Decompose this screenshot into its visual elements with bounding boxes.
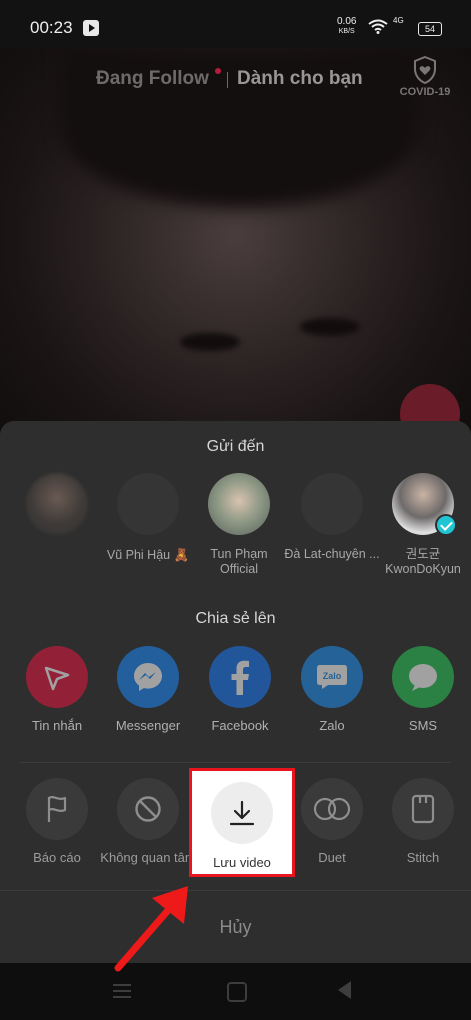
action-not-interested[interactable]: Không quan tâm (100, 778, 196, 865)
share-app-sms[interactable]: SMS (375, 646, 471, 733)
covid-button[interactable]: COVID-19 (393, 56, 457, 98)
avatar (117, 473, 179, 535)
home-icon[interactable] (227, 982, 247, 1002)
zalo-icon: Zalo (301, 646, 363, 708)
menu-icon[interactable] (113, 984, 131, 998)
notification-dot (215, 68, 221, 74)
svg-text:Zalo: Zalo (323, 671, 342, 681)
send-icon (26, 646, 88, 708)
contact-item[interactable]: 권도균 KwonDoKyun (375, 473, 471, 577)
status-bar: 00:23 0.06 KB/S 4G 54 (0, 0, 471, 48)
avatar (26, 473, 88, 535)
network-speed: 0.06 KB/S (337, 16, 357, 36)
navigation-bar (0, 963, 471, 1020)
share-app-messenger[interactable]: Messenger (100, 646, 196, 733)
action-stitch[interactable]: Stitch (375, 778, 471, 865)
contact-item[interactable]: Tun Phạm Official (191, 473, 287, 577)
app-label: Messenger (115, 718, 181, 733)
action-save-video[interactable]: Lưu video (189, 768, 295, 877)
share-to-title: Chia sẻ lên (195, 610, 276, 627)
battery-icon: 54 (418, 22, 442, 36)
covid-label: COVID-19 (399, 86, 451, 98)
contact-name: Đà Lat-chuyên ... (284, 547, 380, 561)
contact-item[interactable]: Đà Lat-chuyên ... (284, 473, 380, 562)
divider (20, 762, 451, 763)
annotation-arrow-icon (114, 886, 188, 972)
chat-bubble-icon (392, 646, 454, 708)
app-label: Tin nhắn (31, 718, 83, 733)
share-app-facebook[interactable]: Facebook (192, 646, 288, 733)
video-frame-detail (300, 318, 360, 336)
flag-icon (26, 778, 88, 840)
contact-item[interactable]: Vũ Phi Hậu 🧸 (100, 473, 196, 563)
contact-name: Tun Phạm Official (210, 547, 268, 576)
action-label: Lưu video (213, 855, 271, 870)
tab-for-you[interactable]: Dành cho bạn (237, 68, 363, 90)
verified-badge-icon (435, 514, 457, 536)
not-interested-icon (117, 778, 179, 840)
send-to-title: Gửi đến (206, 438, 265, 455)
video-frame-detail (180, 333, 240, 351)
share-sheet: Gửi đến Vũ Phi Hậu 🧸 Tun Phạm Official Đ… (0, 421, 471, 963)
action-report[interactable]: Báo cáo (9, 778, 105, 865)
app-label: Zalo (319, 718, 345, 733)
avatar (301, 473, 363, 535)
messenger-icon (117, 646, 179, 708)
action-duet[interactable]: Duet (284, 778, 380, 865)
action-label: Stitch (406, 850, 440, 865)
shield-icon (414, 56, 436, 84)
media-play-icon (83, 20, 99, 36)
cancel-button[interactable]: Hủy (0, 917, 471, 938)
avatar (392, 473, 457, 536)
back-icon[interactable] (338, 981, 351, 999)
contact-name: 권도균 KwonDoKyun (385, 547, 461, 576)
download-icon (211, 782, 273, 844)
stitch-icon (392, 778, 454, 840)
app-label: SMS (408, 718, 438, 733)
duet-icon (301, 778, 363, 840)
share-app-tin-nhan[interactable]: Tin nhắn (9, 646, 105, 733)
contact-name: Vũ Phi Hậu 🧸 (106, 548, 190, 562)
status-time: 00:23 (30, 18, 73, 37)
share-app-zalo[interactable]: Zalo Zalo (284, 646, 380, 733)
action-label: Duet (318, 850, 346, 865)
contact-item[interactable] (9, 473, 105, 547)
avatar (208, 473, 270, 535)
wifi-icon (368, 19, 388, 34)
facebook-icon (209, 646, 271, 708)
action-label: Báo cáo (33, 850, 81, 865)
cellular-signal-icon: 4G (393, 16, 404, 25)
tab-following[interactable]: Đang Follow (96, 68, 209, 90)
tab-separator (227, 72, 228, 88)
action-label: Không quan tâm (100, 850, 196, 865)
app-label: Facebook (211, 718, 269, 733)
cancel-row: Hủy (0, 890, 471, 964)
